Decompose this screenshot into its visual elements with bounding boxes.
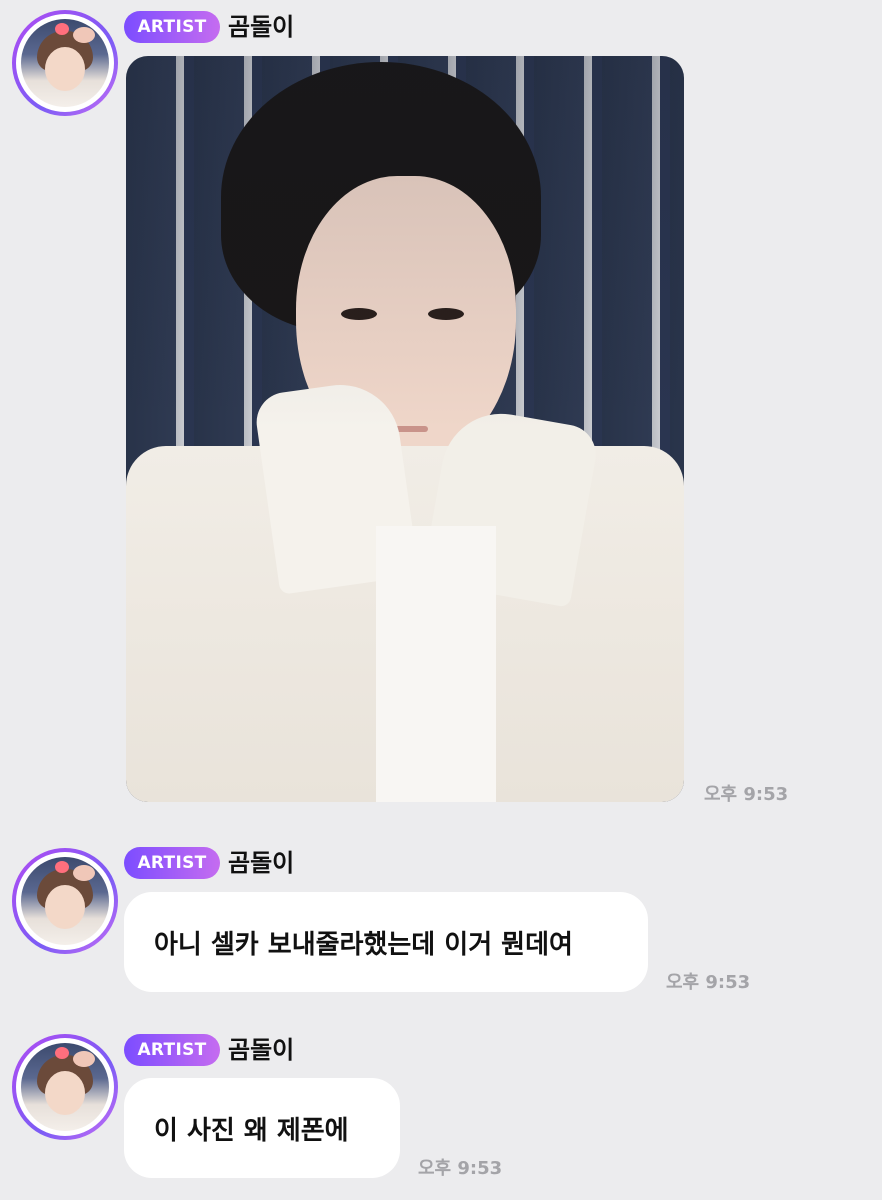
avatar-ring [16,1038,114,1136]
message-row: ARTIST 곰돌이 이 사진 왜 제폰에 오후 9:53 [0,1028,882,1188]
message-timestamp: 오후 9:53 [666,972,751,993]
message-timestamp: 오후 9:53 [704,784,789,805]
avatar-image [21,1043,109,1131]
selfie-photo[interactable] [126,56,684,802]
avatar-image [21,857,109,945]
avatar-image [21,19,109,107]
message-timestamp: 오후 9:53 [418,1158,503,1179]
sender-name: 곰돌이 [228,1036,295,1064]
artist-avatar[interactable] [12,1034,118,1140]
artist-avatar[interactable] [12,10,118,116]
message-row: ARTIST 곰돌이 오후 9:53 [0,0,882,810]
message-bubble[interactable]: 이 사진 왜 제폰에 [124,1078,400,1178]
avatar-ring [16,852,114,950]
artist-avatar[interactable] [12,848,118,954]
message-row: ARTIST 곰돌이 아니 셀카 보내줄라했는데 이거 뭔데여 오후 9:53 [0,840,882,1000]
sender-name: 곰돌이 [228,849,295,877]
avatar-ring [16,14,114,112]
sender-name: 곰돌이 [228,13,295,41]
artist-badge: ARTIST [124,847,220,879]
message-bubble[interactable]: 아니 셀카 보내줄라했는데 이거 뭔데여 [124,892,648,992]
artist-badge: ARTIST [124,1034,220,1066]
artist-badge: ARTIST [124,11,220,43]
